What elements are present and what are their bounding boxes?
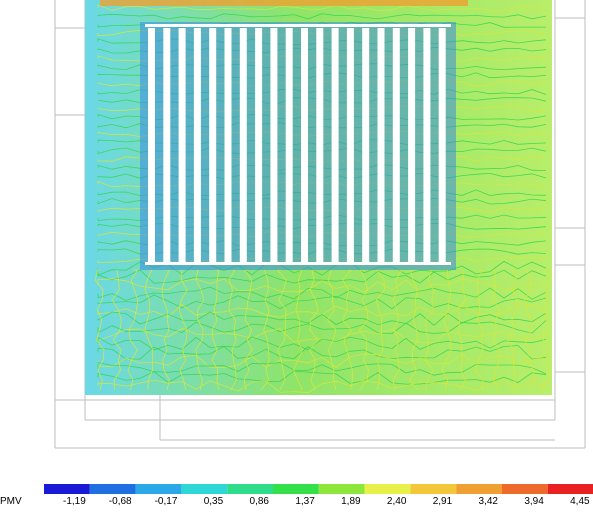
- grille-slat: [255, 28, 263, 264]
- grille-slat: [408, 28, 416, 264]
- legend-swatch: [456, 484, 502, 494]
- grille-bottom-bar: [145, 262, 451, 265]
- grille-slat: [377, 28, 385, 264]
- grille-slat: [178, 28, 186, 264]
- legend-tick-label: 1,37: [295, 496, 315, 507]
- legend-color-scale: [44, 484, 593, 494]
- grille-slat: [362, 28, 370, 264]
- legend-swatch: [89, 484, 136, 494]
- legend-label: PMV: [0, 496, 22, 507]
- grille-slat: [163, 28, 171, 264]
- grille-slat: [301, 28, 308, 264]
- pmv-contour-plot: [54, 0, 586, 449]
- grille-slat: [392, 28, 400, 264]
- legend-swatch: [547, 484, 593, 494]
- grille-slat: [331, 28, 339, 264]
- legend-swatch: [44, 484, 90, 494]
- legend-swatch: [502, 484, 548, 494]
- grille-slat: [316, 28, 324, 264]
- grille-slat: [438, 28, 446, 264]
- hot-edge: [100, 0, 468, 6]
- legend-swatch: [273, 484, 319, 494]
- legend-tick-label: 1,89: [341, 496, 361, 507]
- legend-tick-label: -0,68: [109, 496, 132, 507]
- grille-slat: [346, 28, 354, 264]
- legend-tick-label: 3,94: [524, 496, 544, 507]
- legend-swatch: [227, 484, 273, 494]
- legend-tick-label: 3,42: [479, 496, 499, 507]
- legend-swatch: [364, 484, 411, 494]
- legend-tick-label: 0,86: [250, 496, 270, 507]
- pmv-legend: PMV -1,19 -0,68 -0,17 0,35 0,86 1,37 1,89 2,40 2…: [0, 470, 593, 514]
- grille-slat: [239, 28, 247, 264]
- legend-tick-label: -1,19: [63, 496, 86, 507]
- grille-slat: [285, 28, 293, 264]
- grille-slat: [148, 28, 155, 264]
- grille-slat: [209, 28, 217, 264]
- grille-slat: [270, 28, 278, 264]
- legend-tick-label: 0,35: [204, 496, 224, 507]
- legend-swatch: [135, 484, 182, 494]
- legend-swatch: [318, 484, 365, 494]
- grille-slat: [224, 28, 232, 264]
- grille-slat: [193, 28, 201, 264]
- ventilation-grille: [140, 22, 456, 270]
- grille-top-bar: [145, 24, 451, 27]
- pmv-simulation-view: [0, 0, 593, 470]
- legend-tick-label: 4,45: [570, 496, 590, 507]
- legend-tick-label: -0,17: [155, 496, 178, 507]
- legend-tick-labels: -1,19 -0,68 -0,17 0,35 0,86 1,37 1,89 2,40 2,91 3…: [63, 496, 590, 507]
- legend-tick-label: 2,91: [433, 496, 453, 507]
- grille-slat: [423, 28, 431, 264]
- legend-swatch: [410, 484, 457, 494]
- legend-swatch: [181, 484, 228, 494]
- legend-tick-label: 2,40: [387, 496, 407, 507]
